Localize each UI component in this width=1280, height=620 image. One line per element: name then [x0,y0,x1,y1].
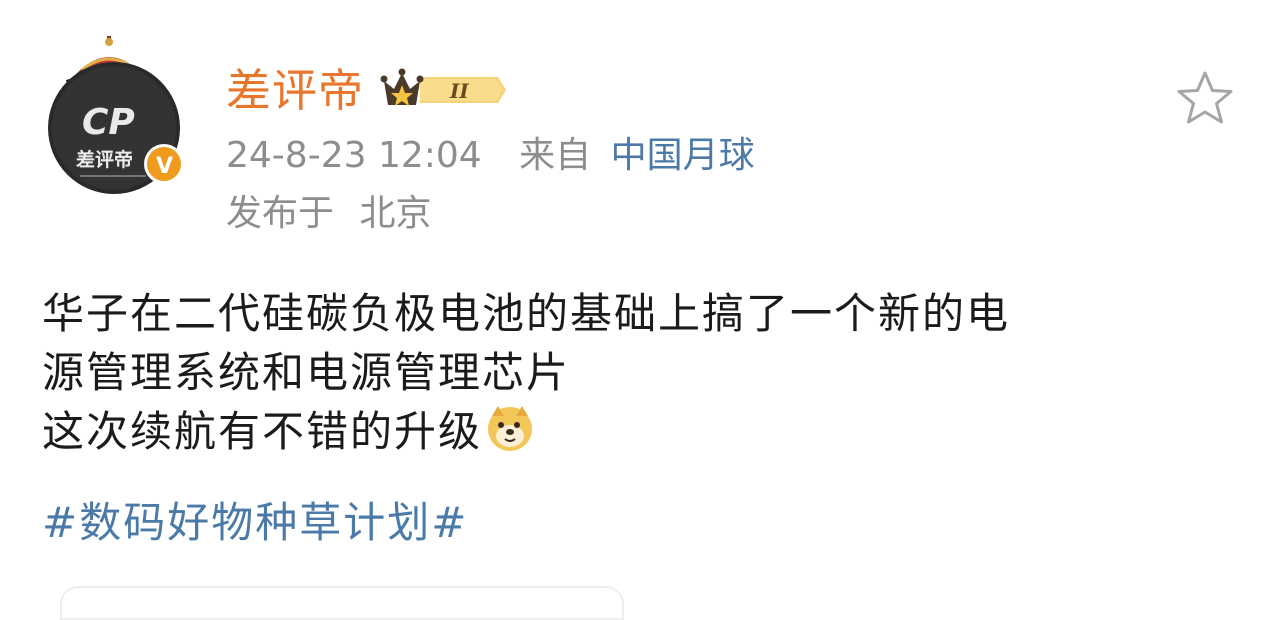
content-line-last: 这次续航有不错的升级 [42,402,1257,461]
hashtag-link[interactable]: #数码好物种草计划# [42,493,468,552]
location-name: 北京 [359,193,432,234]
crown-icon [380,68,424,106]
favorite-button[interactable] [1174,68,1236,130]
post-location: 发布于 北京 [226,196,431,232]
svg-text:II: II [449,79,469,103]
vip-level-badge[interactable]: II [380,67,510,113]
attached-card-edge [60,586,624,620]
content-line: 源管理系统和电源管理芯片 [42,348,571,397]
post-meta: 24-8-23 12:04 来自 中国月球 [226,138,755,174]
weibo-post: CP 差评帝 V 差评帝 II 24-8-23 12:04 来自 中国月球 发布… [0,0,1280,620]
post-timestamp: 24-8-23 12:04 [226,135,482,176]
verified-v-icon: V [144,144,184,184]
star-outline-icon [1177,71,1233,124]
doge-emoji-icon [484,402,536,454]
svg-text:CP: CP [82,102,135,143]
source-link[interactable]: 中国月球 [611,135,755,176]
content-line: 华子在二代硅碳负极电池的基础上搞了一个新的电 [42,289,1011,338]
source-prefix: 来自 [519,135,592,176]
content-line-text: 这次续航有不错的升级 [42,407,483,456]
author-avatar[interactable]: CP 差评帝 V [46,36,188,196]
author-username[interactable]: 差评帝 [226,68,364,113]
author-row: 差评帝 II [226,60,510,120]
svg-text:V: V [156,154,173,179]
svg-text:差评帝: 差评帝 [76,148,133,171]
location-prefix: 发布于 [226,193,335,234]
post-content: 华子在二代硅碳负极电池的基础上搞了一个新的电 源管理系统和电源管理芯片 这次续航… [42,284,1257,461]
